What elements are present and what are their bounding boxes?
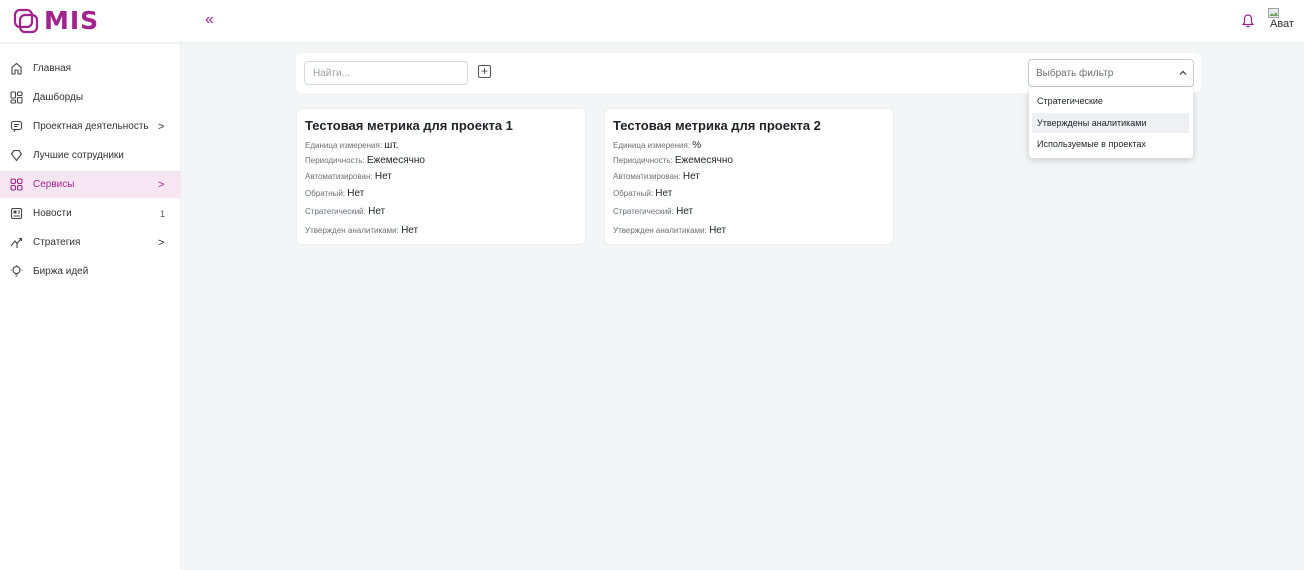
chevron-right-icon: > <box>158 236 165 249</box>
news-count-badge: 1 <box>160 208 166 219</box>
sidebar-item-best-employees[interactable]: Лучшие сотрудники <box>0 142 181 169</box>
news-icon <box>10 207 23 220</box>
logo-icon <box>13 8 39 34</box>
metric-card[interactable]: Тестовая метрика для проекта 2 Единица и… <box>604 108 894 245</box>
filter-select-placeholder: Выбрать фильтр <box>1036 68 1114 79</box>
filter-dropdown: Стратегические Утверждены аналитиками Ис… <box>1029 87 1193 158</box>
broken-image-icon <box>1268 8 1279 18</box>
sidebar-item-projects[interactable]: Проектная деятельность > <box>0 113 181 140</box>
sidebar-item-label: Биржа идей <box>33 266 89 277</box>
award-icon <box>10 149 23 162</box>
card-row-periodicity: Периодичность: Ежемесячно <box>613 155 733 166</box>
card-row-automated: Автоматизирован: Нет <box>305 171 392 182</box>
logo[interactable]: MIS <box>13 8 99 34</box>
filter-option-strategic[interactable]: Стратегические <box>1032 91 1189 111</box>
avatar[interactable]: Ават <box>1266 8 1302 36</box>
sidebar-item-label: Главная <box>33 63 72 74</box>
card-row-strategic: Стратегический: Нет <box>613 206 694 217</box>
sidebar-item-news[interactable]: Новости 1 <box>0 200 181 227</box>
services-icon <box>10 178 23 191</box>
filter-option-used-in-projects[interactable]: Используемые в проектах <box>1032 134 1189 154</box>
card-row-approved: Утвержден аналитиками: Нет <box>305 225 419 236</box>
top-bar: MIS « Ават <box>0 0 1304 43</box>
card-row-reverse: Обратный: Нет <box>613 188 673 199</box>
project-icon <box>10 120 23 133</box>
card-row-automated: Автоматизирован: Нет <box>613 171 700 182</box>
sidebar-item-services[interactable]: Сервисы > <box>0 171 181 198</box>
lightbulb-icon <box>10 265 23 277</box>
card-row-unit: Единица измерения: % <box>613 140 702 151</box>
home-icon <box>11 62 22 75</box>
sidebar-item-ideas[interactable]: Биржа идей <box>0 258 181 285</box>
sidebar: Главная Дашборды Проектная деятельность … <box>0 44 181 570</box>
card-row-strategic: Стратегический: Нет <box>305 206 386 217</box>
card-row-periodicity: Периодичность: Ежемесячно <box>305 155 425 166</box>
sidebar-item-label: Лучшие сотрудники <box>33 150 124 161</box>
sidebar-item-label: Новости <box>33 208 72 219</box>
avatar-alt-text: Ават <box>1270 18 1294 30</box>
sidebar-item-home[interactable]: Главная <box>0 55 181 82</box>
card-row-reverse: Обратный: Нет <box>305 188 365 199</box>
chevron-right-icon: > <box>158 120 165 133</box>
dashboard-icon <box>10 91 23 104</box>
chevron-up-icon <box>1179 70 1187 75</box>
collapse-sidebar-button[interactable]: « <box>205 12 214 28</box>
card-row-unit: Единица измерения: шт. <box>305 140 399 151</box>
filter-select[interactable]: Выбрать фильтр <box>1028 59 1194 87</box>
filter-option-approved[interactable]: Утверждены аналитиками <box>1032 113 1189 133</box>
chevron-right-icon: > <box>158 178 165 191</box>
card-row-approved: Утвержден аналитиками: Нет <box>613 225 727 236</box>
strategy-icon <box>10 237 23 248</box>
sidebar-item-dashboards[interactable]: Дашборды <box>0 84 181 111</box>
card-title: Тестовая метрика для проекта 2 <box>613 118 821 133</box>
bell-icon[interactable] <box>1240 13 1256 29</box>
logo-text: MIS <box>44 6 100 35</box>
sidebar-item-strategy[interactable]: Стратегия > <box>0 229 181 256</box>
search-input[interactable] <box>304 61 468 85</box>
sidebar-item-label: Дашборды <box>33 92 83 103</box>
card-title: Тестовая метрика для проекта 1 <box>305 118 513 133</box>
metric-card[interactable]: Тестовая метрика для проекта 1 Единица и… <box>296 108 586 245</box>
add-button[interactable]: + <box>478 65 491 78</box>
